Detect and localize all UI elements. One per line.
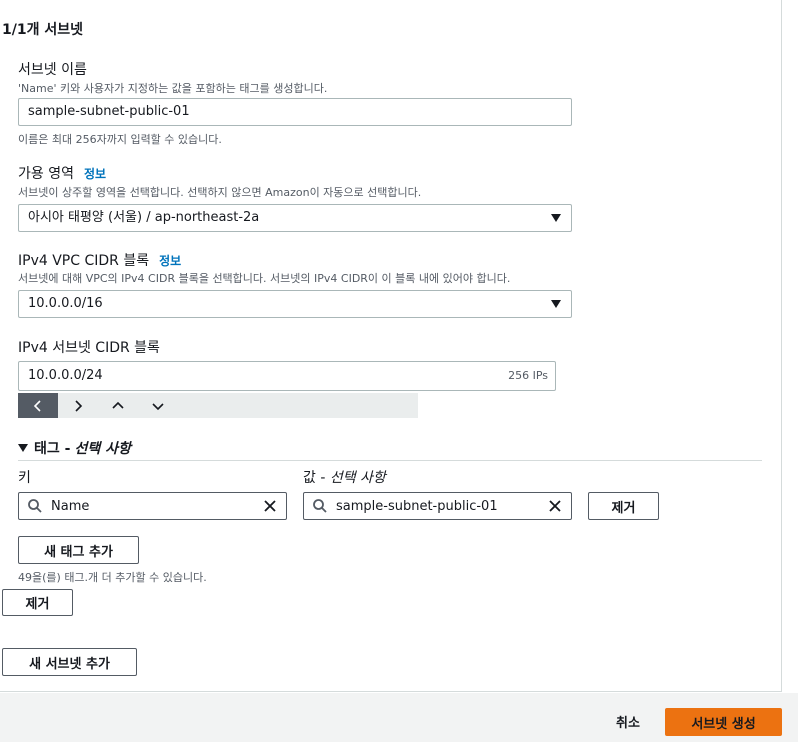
tag-value-value: sample-subnet-public-01 — [336, 498, 498, 514]
cancel-button[interactable]: 취소 — [616, 712, 640, 731]
tags-section-title: 태그 - — [34, 441, 71, 457]
vpc-cidr-label-row: IPv4 VPC CIDR 블록 정보 — [18, 250, 181, 270]
chevron-right-icon[interactable] — [58, 393, 98, 418]
caret-down-icon — [551, 214, 561, 222]
tag-key-label: 키 — [18, 470, 31, 486]
availability-zone-value: 아시아 태평양 (서울) / ap-northeast-2a — [28, 210, 260, 225]
tags-remaining-note: 49을(를) 태그.개 더 추가할 수 있습니다. — [18, 571, 207, 584]
remove-subnet-button[interactable]: 제거 — [2, 589, 73, 616]
vpc-cidr-description: 서브넷에 대해 VPC의 IPv4 CIDR 블록을 선택합니다. 서브넷의 I… — [18, 272, 511, 285]
tag-value-input[interactable]: sample-subnet-public-01 — [303, 492, 572, 520]
vpc-cidr-value: 10.0.0.0/16 — [28, 296, 103, 311]
add-subnet-button[interactable]: 새 서브넷 추가 — [2, 648, 137, 676]
tag-value-label-row: 값 - 선택 사항 — [303, 467, 386, 487]
subnet-name-value: sample-subnet-public-01 — [28, 104, 190, 119]
search-icon — [28, 499, 42, 513]
subnet-cidr-input[interactable]: 10.0.0.0/24 256 IPs — [18, 361, 556, 391]
availability-zone-description: 서브넷이 상주할 영역을 선택합니다. 선택하지 않으면 Amazon이 자동으… — [18, 186, 422, 199]
tags-section-toggle[interactable]: 태그 - 선택 사항 — [18, 438, 131, 458]
chevron-up-icon[interactable] — [98, 393, 138, 418]
tags-divider — [18, 460, 762, 461]
create-subnet-button[interactable]: 서브넷 생성 — [665, 708, 782, 736]
cidr-stepper — [18, 393, 418, 418]
subnet-cidr-value: 10.0.0.0/24 — [28, 368, 103, 383]
tag-value-label: 값 - — [303, 470, 330, 486]
caret-down-icon — [551, 300, 561, 308]
ip-count: 256 IPs — [508, 369, 548, 382]
vpc-cidr-info-link[interactable]: 정보 — [159, 252, 181, 269]
subnet-cidr-label: IPv4 서브넷 CIDR 블록 — [18, 340, 160, 356]
subnet-name-input[interactable]: sample-subnet-public-01 — [18, 98, 572, 126]
availability-zone-label-row: 가용 영역 정보 — [18, 163, 106, 183]
subnet-name-constraint: 이름은 최대 256자까지 입력할 수 있습니다. — [18, 133, 222, 146]
availability-zone-select[interactable]: 아시아 태평양 (서울) / ap-northeast-2a — [18, 204, 572, 232]
subnet-count-heading: 1/1개 서브넷 — [2, 22, 83, 38]
add-tag-button[interactable]: 새 태그 추가 — [18, 536, 139, 564]
chevron-left-icon[interactable] — [18, 393, 58, 418]
close-icon[interactable] — [547, 498, 563, 514]
chevron-down-icon[interactable] — [138, 393, 178, 418]
remove-tag-button[interactable]: 제거 — [588, 492, 659, 520]
tag-key-value: Name — [51, 498, 90, 514]
caret-down-icon — [18, 444, 28, 452]
tags-section-optional: 선택 사항 — [74, 441, 131, 457]
search-icon — [313, 499, 327, 513]
tag-value-optional: 선택 사항 — [329, 470, 386, 486]
vpc-cidr-label: IPv4 VPC CIDR 블록 — [18, 253, 150, 269]
availability-zone-info-link[interactable]: 정보 — [84, 165, 106, 182]
tag-key-input[interactable]: Name — [18, 492, 287, 520]
subnet-name-label: 서브넷 이름 — [18, 62, 87, 78]
availability-zone-label: 가용 영역 — [18, 166, 74, 182]
close-icon[interactable] — [262, 498, 278, 514]
vpc-cidr-select[interactable]: 10.0.0.0/16 — [18, 290, 572, 318]
subnet-name-description: 'Name' 키와 사용자가 지정하는 값을 포함하는 태그를 생성합니다. — [18, 82, 328, 95]
